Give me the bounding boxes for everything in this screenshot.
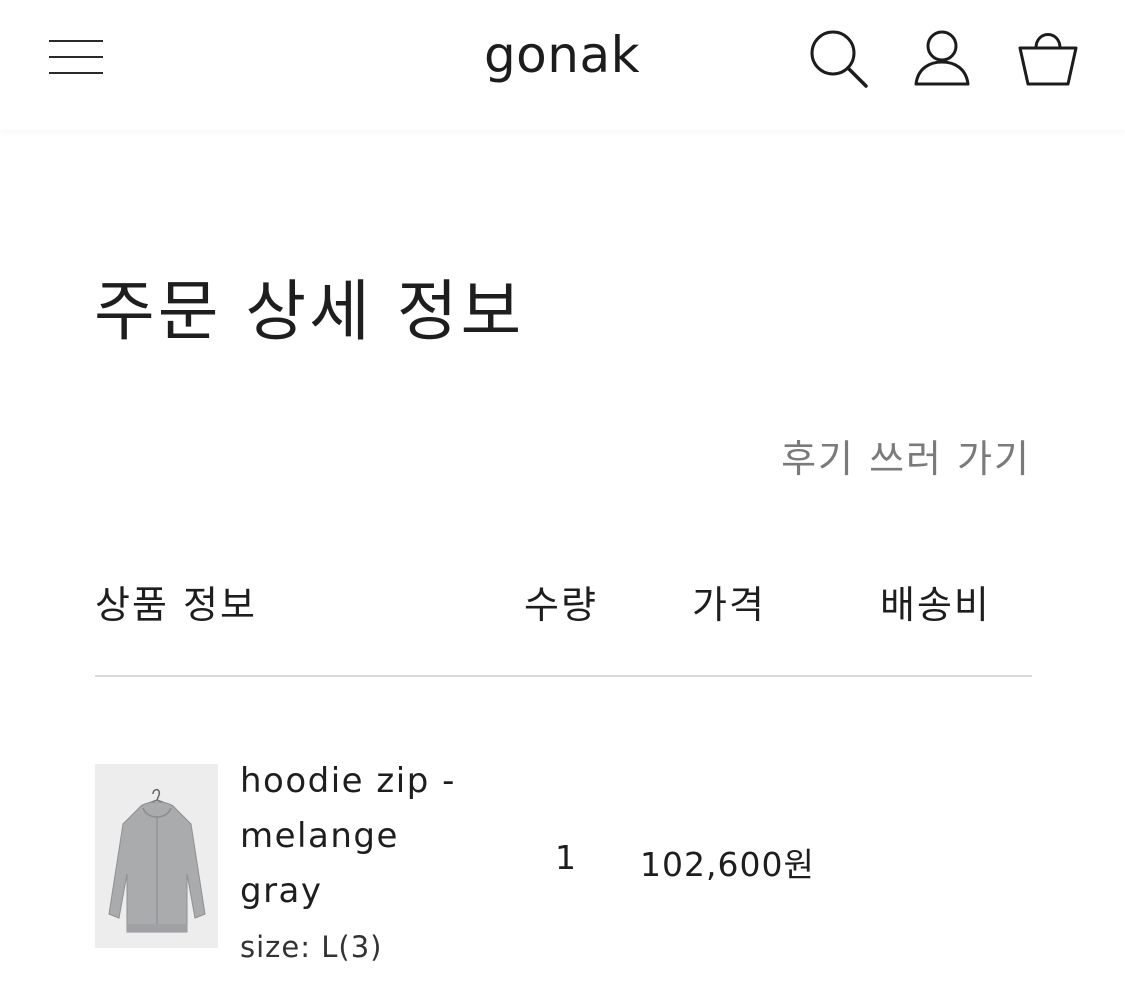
search-icon[interactable] <box>806 26 870 90</box>
product-name[interactable]: hoodie zip - melange gray <box>240 754 480 919</box>
shopping-bag-icon[interactable] <box>1016 26 1080 90</box>
menu-icon-line <box>49 72 103 74</box>
menu-icon-line <box>49 40 103 42</box>
menu-icon-line <box>49 56 103 58</box>
column-header-quantity: 수량 <box>524 583 598 627</box>
column-header-shipping: 배송비 <box>880 583 991 627</box>
brand-logo[interactable]: gonak <box>462 26 662 84</box>
site-header: gonak <box>0 0 1125 130</box>
product-price: 102,600원 <box>640 845 815 884</box>
page-title: 주문 상세 정보 <box>94 273 525 350</box>
table-divider <box>95 675 1032 677</box>
user-icon[interactable] <box>910 26 974 90</box>
product-quantity: 1 <box>555 838 576 877</box>
column-header-product: 상품 정보 <box>95 583 257 627</box>
product-thumbnail[interactable] <box>95 764 218 948</box>
write-review-link[interactable]: 후기 쓰러 가기 <box>781 428 1031 483</box>
product-option-size: size: L(3) <box>240 930 383 964</box>
column-header-price: 가격 <box>692 583 766 627</box>
menu-icon[interactable] <box>46 32 106 82</box>
